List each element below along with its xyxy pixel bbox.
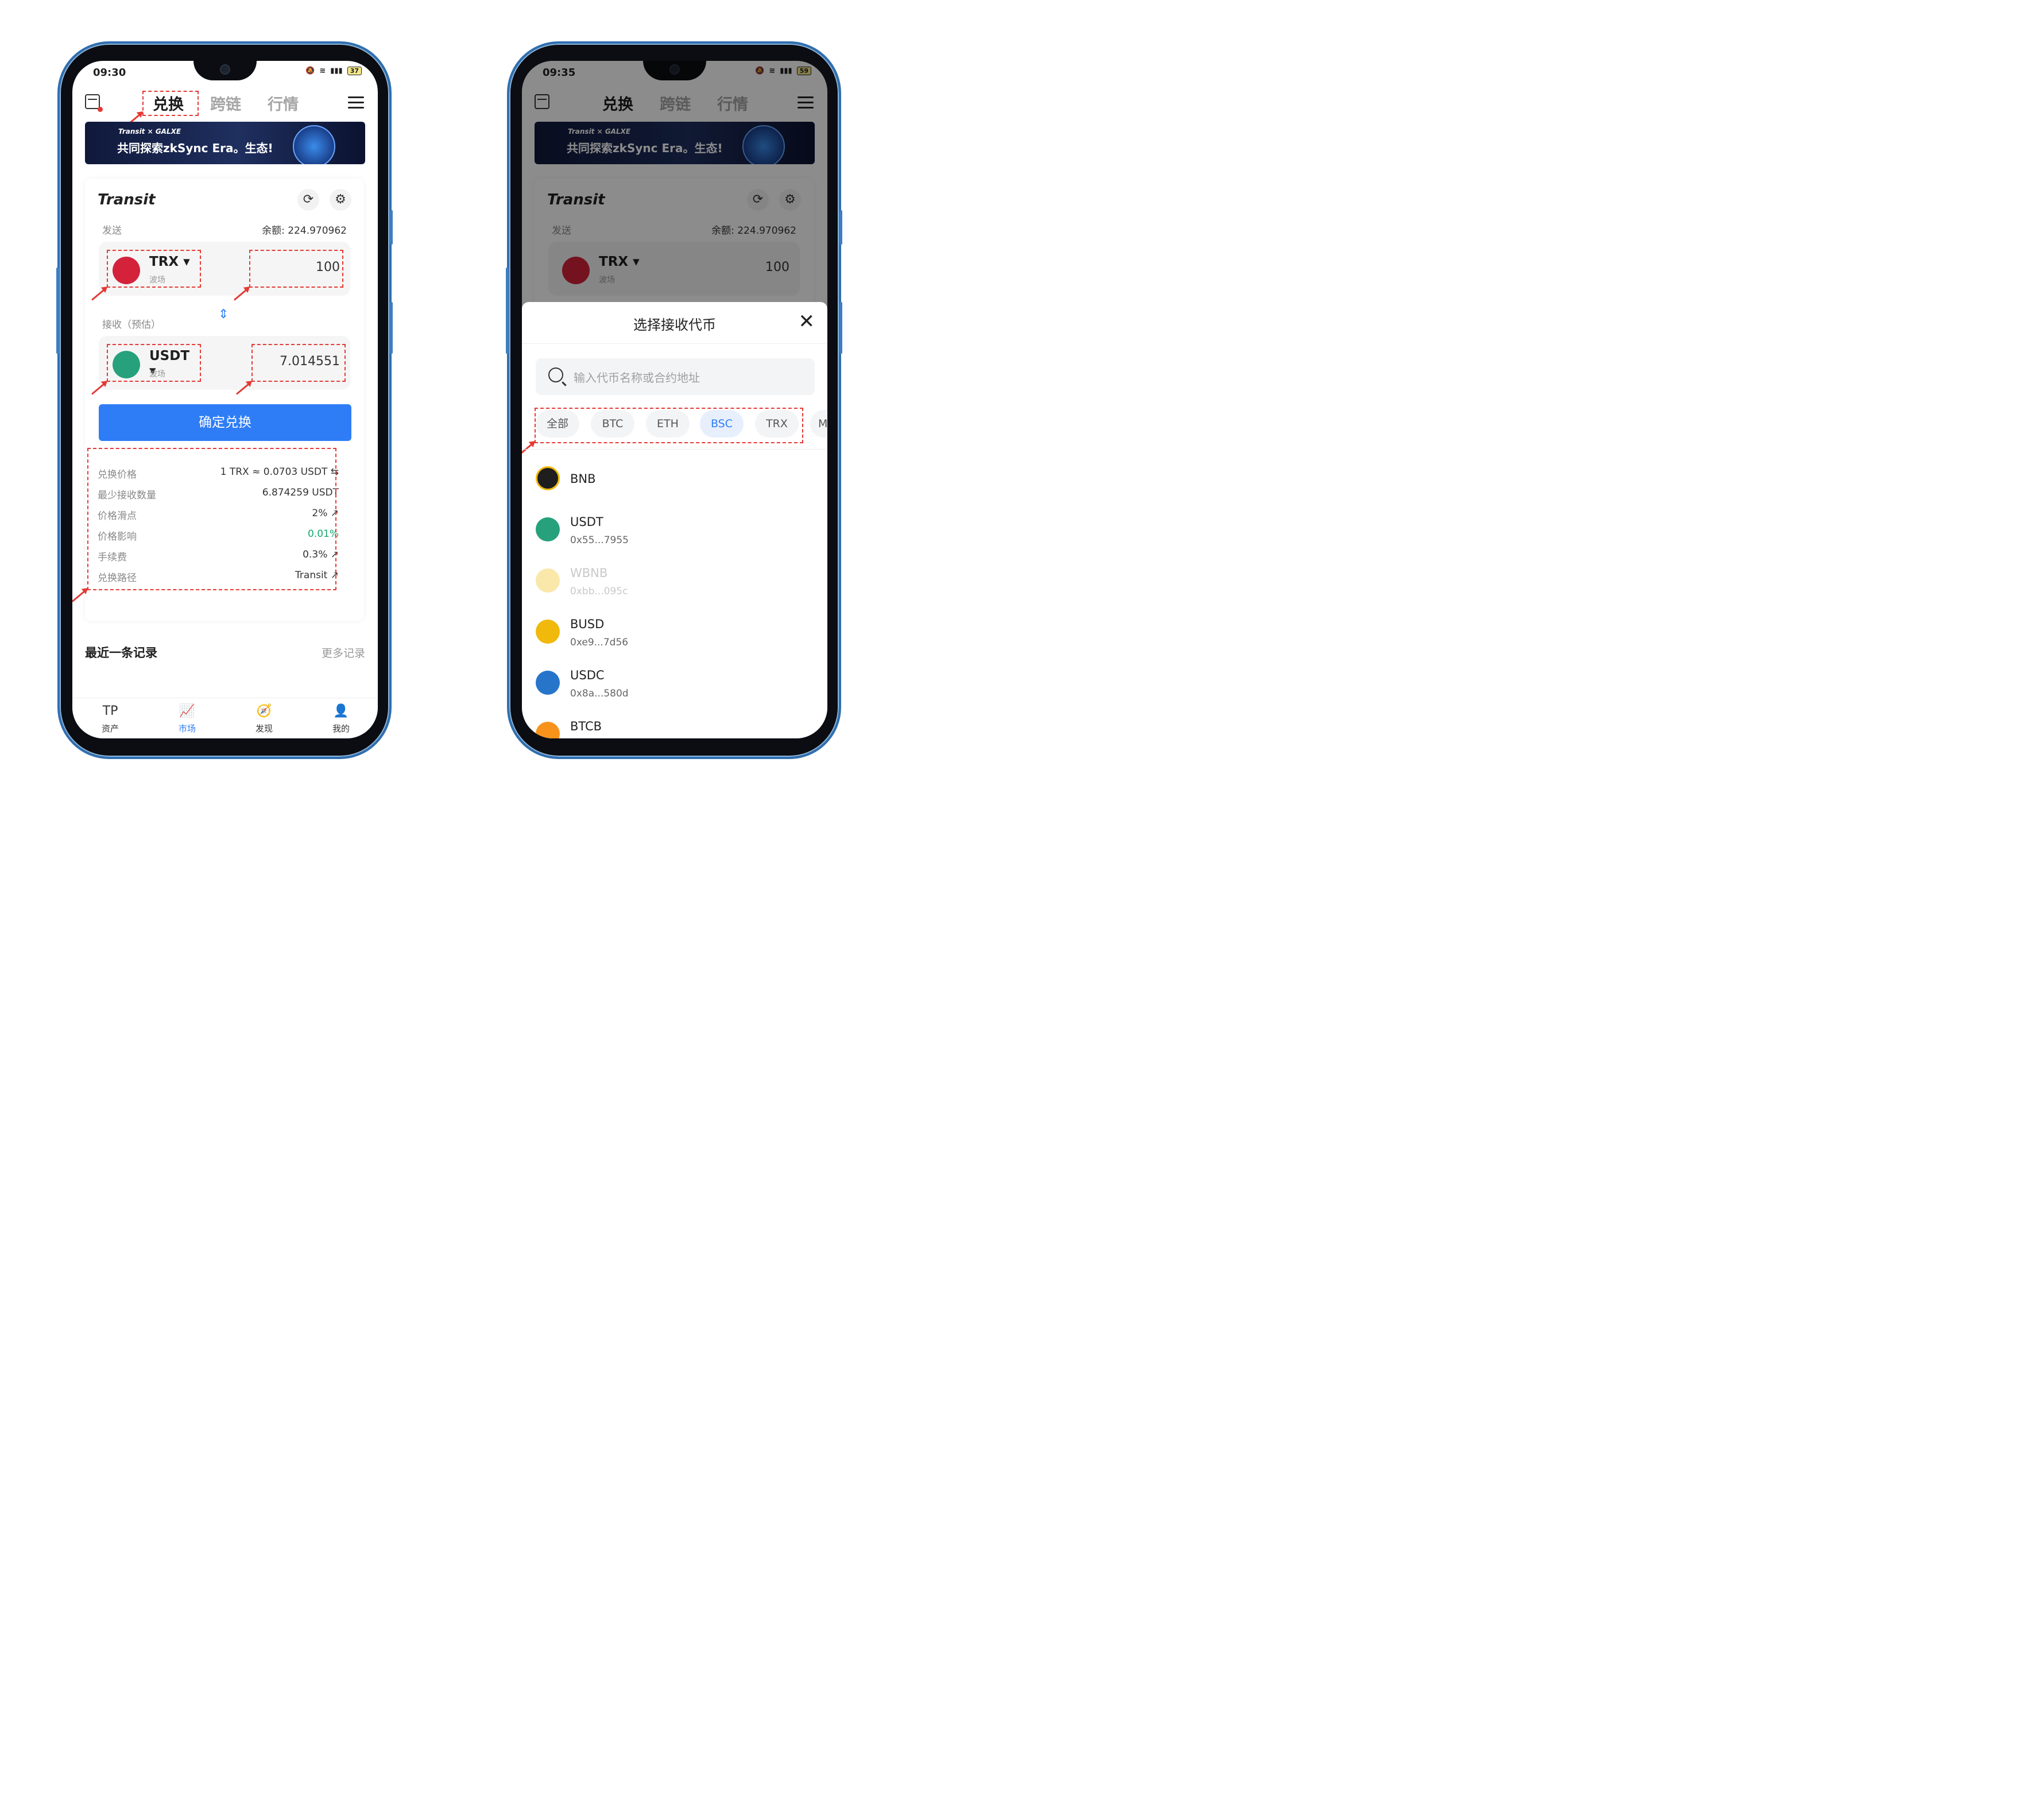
banner-brands: Transit × GALXE xyxy=(118,127,181,136)
nav-discover[interactable]: 🧭 发现 xyxy=(241,703,287,734)
confirm-swap-button[interactable]: 确定兑换 xyxy=(99,404,351,441)
token-item-usdc[interactable]: USDC 0x8a...580d xyxy=(522,661,827,713)
promo-banner[interactable]: Transit × GALXE 共同探索zkSync Era。生态! xyxy=(85,122,365,164)
chart-icon: 📈 xyxy=(179,704,195,718)
busd-icon xyxy=(536,620,560,644)
token-name: USDT xyxy=(570,515,603,529)
annotation-arrow xyxy=(72,590,86,602)
receive-label: 接收（预估） xyxy=(102,319,161,331)
banner-headline: 共同探索zkSync Era。生态! xyxy=(117,141,273,155)
chip-more[interactable]: M xyxy=(810,410,827,438)
recent-history: 最近一条记录 更多记录 xyxy=(85,644,365,667)
user-icon: 👤 xyxy=(333,704,349,718)
menu-icon[interactable] xyxy=(348,96,364,109)
annotation-arrow xyxy=(236,382,250,395)
token-item-bnb[interactable]: BNB xyxy=(522,457,827,508)
tab-market[interactable]: 行情 xyxy=(268,92,299,114)
annotation-arrow xyxy=(91,382,106,395)
usdt-icon xyxy=(536,517,560,541)
compass-icon: 🧭 xyxy=(256,704,272,718)
tp-icon: TP xyxy=(102,704,118,718)
btcb-icon xyxy=(536,722,560,738)
settings-icon[interactable]: ⚙ xyxy=(330,189,351,211)
phone-left: 09:30 🔕 ≋ ▮▮▮ 37 兑换 跨链 行情 Transit × GALX… xyxy=(56,41,393,759)
nav-profile[interactable]: 👤 我的 xyxy=(318,703,364,734)
side-button xyxy=(390,210,393,245)
token-select-sheet: 选择接收代币 ✕ 输入代币名称或合约地址 全部 BTC ETH BSC TRX … xyxy=(522,302,827,738)
nav-market[interactable]: 📈 市场 xyxy=(164,703,210,734)
send-label: 发送 xyxy=(102,225,122,237)
close-icon[interactable]: ✕ xyxy=(799,310,815,333)
annotation-arrow xyxy=(91,288,106,301)
phone-right: 09:35 🔕 ≋ ▮▮▮ 59 兑换 跨链 行情 Transit × GALX… xyxy=(506,41,842,759)
signal-icon: ▮▮▮ xyxy=(330,67,343,75)
notification-dot xyxy=(98,107,103,112)
usdc-icon xyxy=(536,671,560,695)
more-history-link[interactable]: 更多记录 xyxy=(322,645,365,660)
token-name: WBNB xyxy=(570,566,608,580)
status-icons: 🔕 ≋ ▮▮▮ 37 xyxy=(305,67,362,75)
status-bar: 09:30 🔕 ≋ ▮▮▮ 37 xyxy=(93,67,362,80)
token-name: USDC xyxy=(570,668,605,682)
token-address: 0xe9...7d56 xyxy=(570,637,629,648)
sheet-title: 选择接收代币 xyxy=(633,317,716,333)
annotation-box xyxy=(251,344,346,382)
token-name: BUSD xyxy=(570,617,605,631)
token-address: 0x55...7955 xyxy=(570,535,629,546)
annotation-arrow xyxy=(234,288,248,301)
annotation-box xyxy=(535,408,803,443)
token-address: 0xbb...095c xyxy=(570,586,628,597)
token-item-wbnb[interactable]: WBNB 0xbb...095c xyxy=(522,559,827,610)
chain-filter-chips: 全部 BTC ETH BSC TRX M xyxy=(522,408,827,455)
token-address: 0x8a...580d xyxy=(570,688,629,699)
search-placeholder: 输入代币名称或合约地址 xyxy=(574,371,700,385)
balance-text: 余额: 224.970962 xyxy=(262,225,347,237)
transit-logo: Transit xyxy=(98,191,156,208)
side-button xyxy=(56,268,59,354)
divider xyxy=(522,343,827,344)
token-item-usdt[interactable]: USDT 0x55...7955 xyxy=(522,508,827,559)
annotation-box xyxy=(142,91,199,116)
annotation-box xyxy=(107,344,201,382)
token-name: BTCB xyxy=(570,719,602,733)
swap-details: 兑换价格 1 TRX ≈ 0.0703 USDT ⇆ 最少接收数量 6.874259… xyxy=(72,448,339,602)
token-name: BNB xyxy=(570,472,596,486)
bnb-icon xyxy=(536,466,560,490)
search-icon xyxy=(548,367,563,382)
mute-icon: 🔕 xyxy=(305,67,315,75)
token-search-field[interactable]: 输入代币名称或合约地址 xyxy=(536,358,815,395)
status-time: 09:30 xyxy=(93,67,126,79)
screen: 09:35 🔕 ≋ ▮▮▮ 59 兑换 跨链 行情 Transit × GALX… xyxy=(522,61,827,738)
annotation-box xyxy=(87,448,336,590)
calendar-icon[interactable] xyxy=(85,94,100,109)
nav-assets[interactable]: TP 资产 xyxy=(87,703,133,734)
side-button xyxy=(506,268,509,354)
token-list: BNB USDT 0x55...7955 WBNB 0xbb...095c BU… xyxy=(522,457,827,738)
refresh-icon[interactable]: ⟳ xyxy=(297,189,319,211)
bottom-nav: TP 资产 📈 市场 🧭 发现 👤 我的 xyxy=(72,698,378,738)
swap-direction-icon[interactable]: ⇕ xyxy=(218,307,229,322)
side-button xyxy=(390,302,393,354)
side-button xyxy=(839,210,842,245)
annotation-box xyxy=(249,250,343,288)
receive-field: USDT ▾ 波场 7.014551 xyxy=(91,336,350,395)
token-item-busd[interactable]: BUSD 0xe9...7d56 xyxy=(522,610,827,661)
token-item-btcb[interactable]: BTCB xyxy=(522,713,827,738)
annotation-box xyxy=(107,250,201,288)
wbnb-icon xyxy=(536,568,560,593)
history-title: 最近一条记录 xyxy=(85,646,157,660)
divider xyxy=(522,449,827,450)
battery-icon: 37 xyxy=(347,67,362,75)
screen: 09:30 🔕 ≋ ▮▮▮ 37 兑换 跨链 行情 Transit × GALX… xyxy=(72,61,378,738)
zksync-coin-icon xyxy=(293,125,335,164)
send-field: TRX ▾ 波场 100 xyxy=(91,242,350,301)
top-nav: 兑换 跨链 行情 xyxy=(72,90,378,126)
side-button xyxy=(839,302,842,354)
wifi-icon: ≋ xyxy=(319,67,326,75)
tab-cross-chain[interactable]: 跨链 xyxy=(210,92,241,114)
